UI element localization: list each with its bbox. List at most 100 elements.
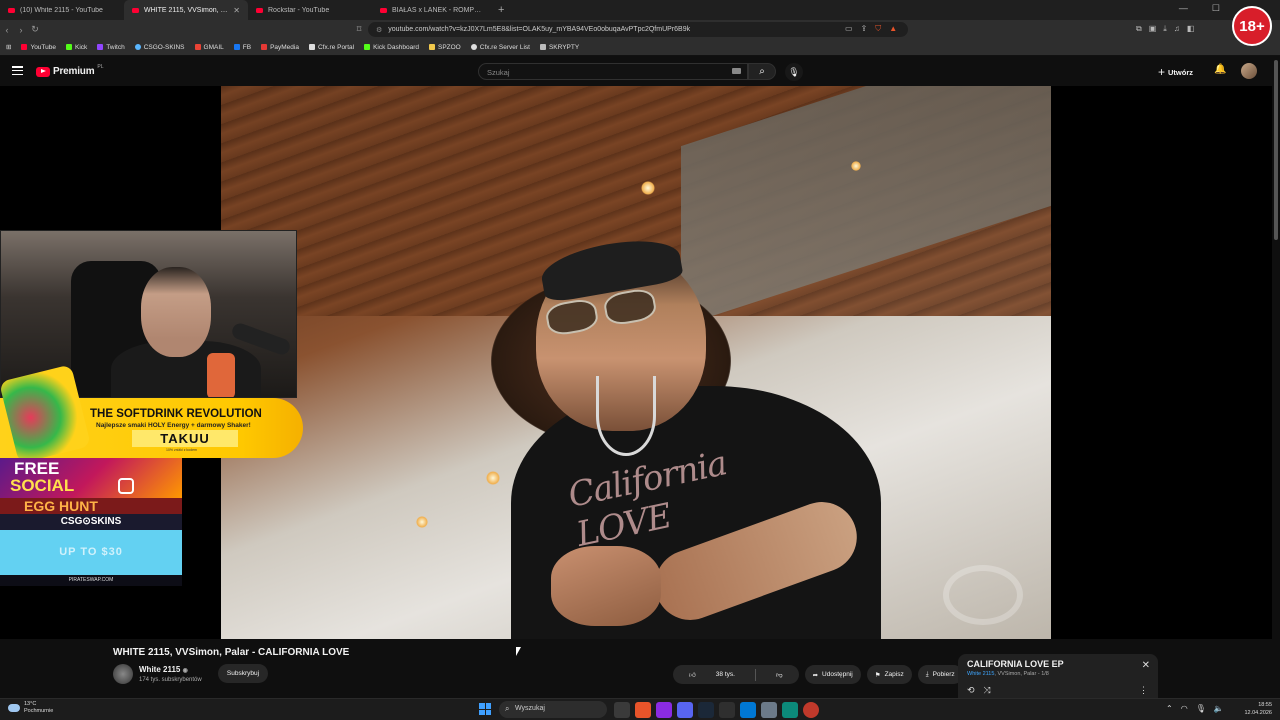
logo-text: Premium [53, 66, 95, 77]
keyboard-icon[interactable] [732, 68, 741, 74]
bookmarks-bar: ⊞ YouTube Kick Twitch CSGO-SKINS GMAIL F… [0, 39, 1280, 56]
voice-search-button[interactable]: 🎙 [785, 63, 803, 81]
maximize-icon[interactable]: ☐ [1212, 3, 1220, 14]
bookmark-fb[interactable]: FB [233, 43, 252, 51]
bookmark-kick[interactable]: Kick [66, 44, 87, 51]
new-tab-button[interactable]: + [498, 4, 504, 16]
close-playlist-icon[interactable]: ✕ [1142, 660, 1150, 671]
like-button[interactable]: 👍︎ 38 tys. [673, 665, 751, 684]
weather-condition: Pochmurnie [24, 708, 54, 714]
volume-icon[interactable]: 🔈 [1214, 704, 1224, 713]
apps-grid-icon[interactable]: ⊞ [6, 43, 11, 51]
bookmark-icon[interactable]: ⌑ [352, 24, 366, 35]
download-arrow-icon: ⤓ [925, 670, 929, 678]
search-input[interactable]: Szukaj [478, 63, 748, 80]
bookmark-paymedia[interactable]: PayMedia [261, 44, 299, 51]
windows-start-icon[interactable] [479, 703, 491, 715]
verified-icon: ◉ [182, 668, 188, 674]
back-icon[interactable]: ‹ [0, 25, 14, 35]
bookmark-label: Twitch [106, 43, 125, 51]
shield-icon[interactable]: ⛉ [875, 24, 881, 34]
browser-tab[interactable]: Rockstar - YouTube [248, 0, 372, 20]
download-button[interactable]: ⤓ Pobierz [917, 665, 963, 684]
notifications-bell-icon[interactable]: 🔔 [1214, 64, 1226, 75]
clock-date: 12.04.2026 [1244, 710, 1272, 716]
steam-icon[interactable] [698, 702, 714, 718]
facebook-icon [233, 44, 240, 50]
share-button[interactable]: ➦ Udostępnij [804, 665, 861, 684]
youtube-favicon-icon [256, 7, 263, 13]
drink-can [207, 353, 235, 397]
paymedia-icon [261, 44, 268, 50]
bookmark-csgo-skins[interactable]: CSGO-SKINS [134, 44, 185, 51]
bookmark-kick-dashboard[interactable]: Kick Dashboard [364, 44, 419, 51]
video-frame: California LOVE [221, 86, 1051, 639]
dislike-button[interactable]: 👎︎ [760, 665, 799, 684]
browser-tab[interactable]: (10) White 2115 - YouTube [0, 0, 124, 20]
bookmark-gmail[interactable]: GMAIL [194, 43, 224, 51]
share-icon[interactable]: ⇪ [861, 24, 868, 34]
extensions-icon[interactable]: ⧉ [1136, 24, 1142, 34]
forward-icon[interactable]: › [14, 25, 28, 35]
avatar[interactable] [1241, 63, 1257, 79]
bookmark-cfx-server-list[interactable]: Cfx.re Server List [470, 44, 530, 51]
bookmark-cfx-portal[interactable]: Cfx.re Portal [308, 43, 355, 51]
terminal-icon[interactable] [719, 702, 735, 718]
mic-icon[interactable]: 🎙 [1196, 704, 1206, 713]
app-icon[interactable] [782, 702, 798, 718]
taskbar-search-input[interactable]: ⌕ Wyszukaj [499, 701, 607, 718]
search-button[interactable]: ⌕ [748, 63, 776, 80]
channel-name[interactable]: White 2115 ◉ [139, 665, 188, 674]
wallet-icon[interactable]: ▣ [1149, 24, 1157, 34]
bookmark-twitch[interactable]: Twitch [97, 43, 125, 51]
bookmark-label: Cfx.re Portal [317, 43, 355, 51]
taskbar-search-placeholder: Wyszukaj [515, 705, 545, 712]
url-field[interactable]: ⚙ youtube.com/watch?v=kzJ0X7Lm5E8&list=O… [368, 22, 908, 37]
loop-icon[interactable]: ⟲ [967, 685, 975, 696]
channel-avatar[interactable] [113, 664, 133, 684]
discord-icon[interactable] [677, 702, 693, 718]
recording-icon[interactable] [803, 702, 819, 718]
create-button[interactable]: + Utwórz [1158, 65, 1193, 79]
bookmark-spzoo[interactable]: SPZOO [428, 44, 461, 51]
bookmark-label: FB [242, 43, 252, 51]
bookmark-skrypty[interactable]: SKRYPTY [539, 44, 579, 51]
brave-browser-icon[interactable] [635, 702, 651, 718]
minimize-icon[interactable]: — [1179, 3, 1188, 14]
bookmark-youtube[interactable]: YouTube [21, 44, 56, 51]
youtube-logo[interactable]: Premium PL [36, 64, 104, 77]
site-info-icon[interactable]: ⚙ [376, 26, 382, 34]
browser-tab-active[interactable]: WHITE 2115, VVSimon, Palar ✕ [124, 0, 248, 20]
share-label: Udostępnij [822, 671, 853, 678]
rewards-icon[interactable]: ▲ [889, 24, 897, 34]
save-button[interactable]: ⚑ Zapisz [866, 665, 912, 684]
vscode-icon[interactable] [740, 702, 756, 718]
kick-icon [66, 44, 72, 50]
playlist-owner-link[interactable]: White 2115 [967, 671, 994, 677]
clock[interactable]: 18:55 12.04.2026 [1238, 701, 1272, 717]
bookmark-label: GMAIL [203, 43, 224, 51]
download-icon[interactable]: ⤓ [1163, 24, 1167, 34]
settings-icon[interactable] [761, 702, 777, 718]
browser-tab[interactable]: BIAŁAS x LANEK - ROMPER STOMP [372, 0, 492, 20]
folder-icon [428, 44, 435, 50]
subscribe-button[interactable]: Subskrybuj [218, 664, 268, 683]
playlist-menu-icon[interactable]: ⋮ [1139, 685, 1148, 696]
wifi-icon[interactable]: ◠ [1181, 704, 1188, 713]
menu-icon[interactable] [12, 66, 23, 75]
media-icon[interactable]: ♫ [1174, 24, 1180, 34]
file-explorer-icon[interactable] [614, 702, 630, 718]
page-scrollbar[interactable] [1274, 60, 1278, 240]
microphone-icon: 🎙 [788, 66, 800, 77]
reload-icon[interactable]: ↻ [28, 24, 42, 35]
network-icon[interactable]: ⌃ [1166, 704, 1173, 713]
screen-cast-icon[interactable]: ▭ [845, 24, 853, 34]
app-icon[interactable] [656, 702, 672, 718]
sidebar-icon[interactable]: ◧ [1187, 24, 1195, 34]
close-tab-icon[interactable]: ✕ [233, 6, 240, 15]
weather-widget[interactable]: 13°C Pochmurnie [8, 701, 53, 715]
bookmark-save-icon: ⚑ [874, 671, 881, 679]
playlist-controls: ⟲ ⤨ [967, 685, 991, 696]
globe-icon [470, 44, 477, 50]
shuffle-icon[interactable]: ⤨ [984, 685, 991, 696]
